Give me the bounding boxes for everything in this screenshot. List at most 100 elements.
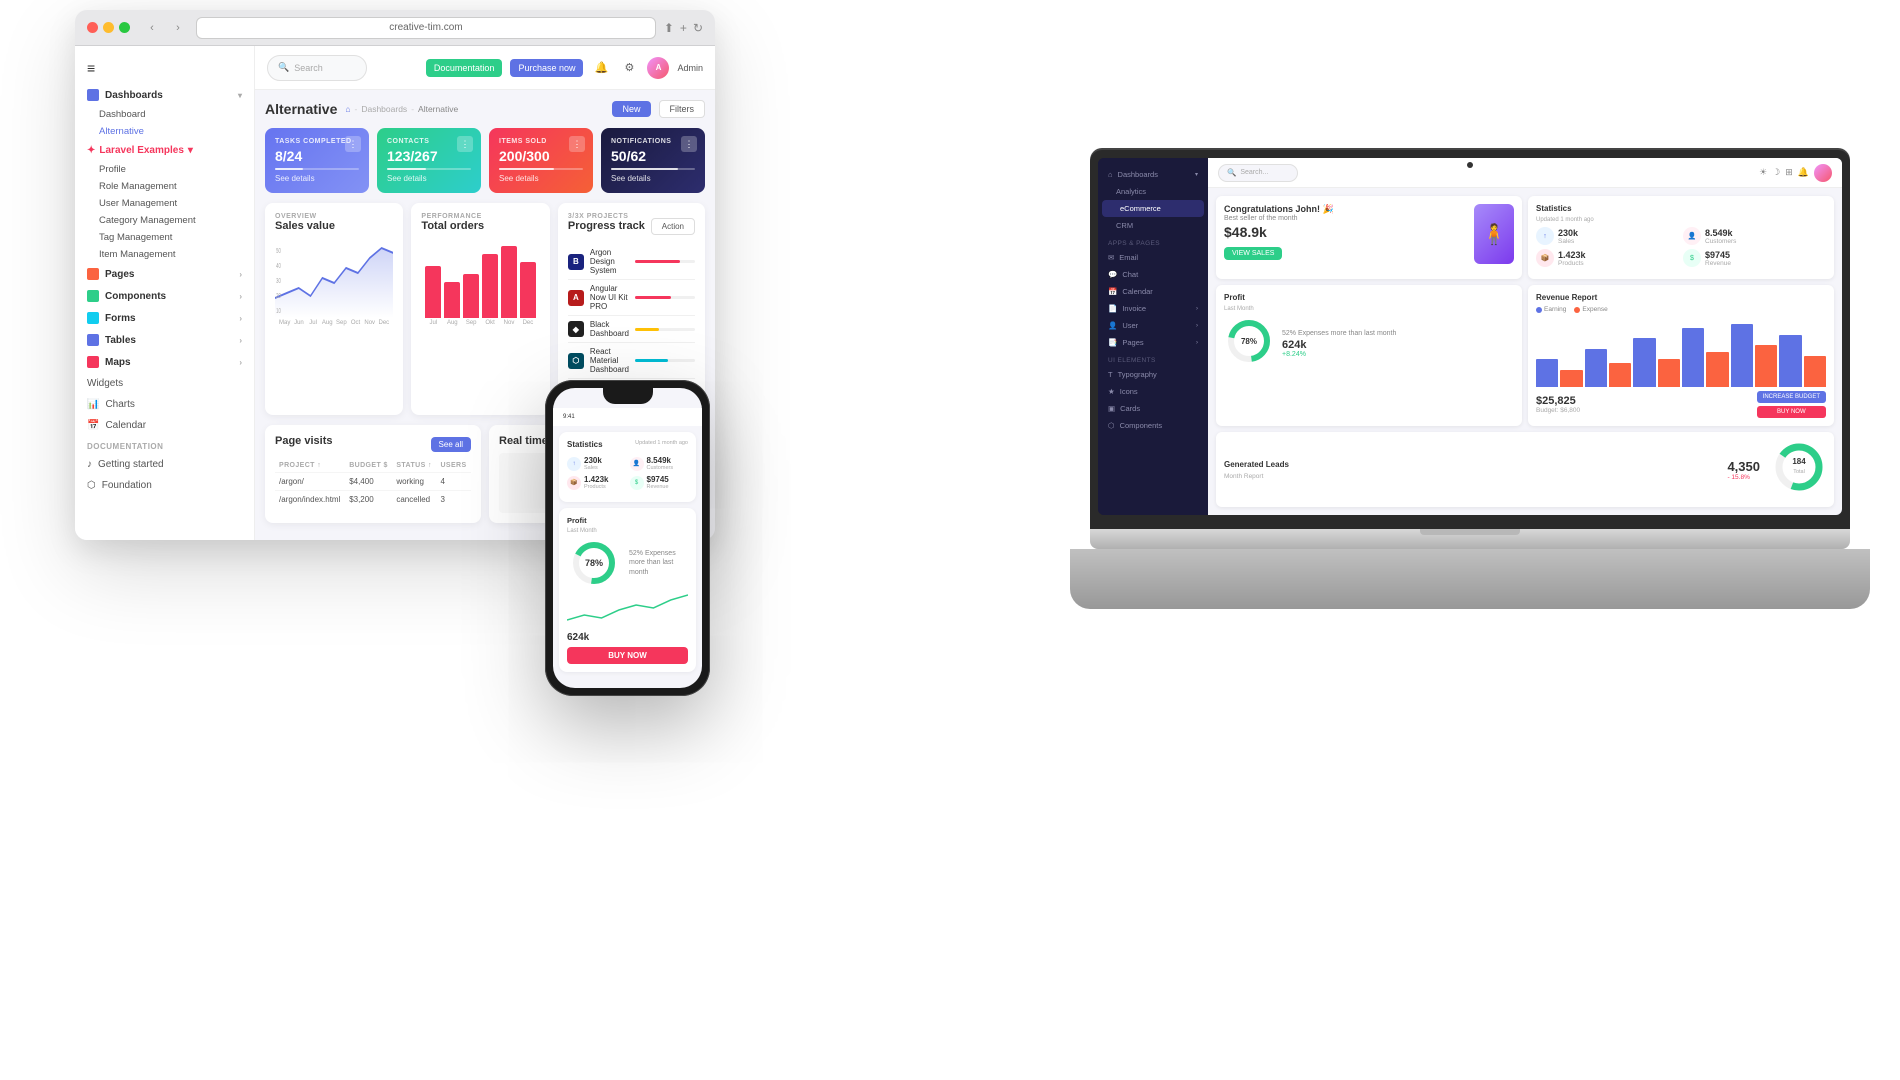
phone-card-header: Statistics Updated 1 month ago bbox=[567, 440, 688, 453]
stat-sales-details: 230k Sales bbox=[1558, 228, 1578, 245]
leads-stats: 4,350 - 15.8% 184 bbox=[1727, 440, 1826, 499]
phone-stat-revenue-details: $9745 Revenue bbox=[647, 475, 669, 490]
buy-now-button[interactable]: BUY NOW bbox=[1757, 406, 1826, 418]
laptop-sidebar-cards[interactable]: ▣ Cards bbox=[1098, 400, 1208, 417]
chevron-icon: › bbox=[1196, 323, 1198, 329]
action-button[interactable]: Action bbox=[651, 218, 695, 235]
customers-icon: 👤 bbox=[1683, 227, 1701, 245]
chevron-icon: › bbox=[239, 336, 242, 345]
laptop-sidebar-crm[interactable]: CRM bbox=[1098, 217, 1208, 234]
notifications-icon[interactable]: 🔔 bbox=[591, 58, 611, 78]
laravel-submenu: Profile Role Management User Management … bbox=[75, 161, 254, 263]
sidebar-item-charts[interactable]: 📊 Charts bbox=[75, 394, 254, 415]
search-icon: 🔍 bbox=[1227, 168, 1236, 177]
forward-button[interactable]: › bbox=[168, 18, 188, 38]
congrats-card: Congratulations John! 🎉 Best seller of t… bbox=[1216, 196, 1522, 279]
laptop-sidebar-pages[interactable]: 📑 Pages › bbox=[1098, 334, 1208, 351]
sidebar-item-dashboards[interactable]: Dashboards ▾ bbox=[75, 84, 254, 106]
laptop-avatar[interactable] bbox=[1814, 164, 1832, 182]
dashboards-submenu: Dashboard Alternative bbox=[75, 106, 254, 140]
sidebar-item-components[interactable]: Components › bbox=[75, 285, 254, 307]
sidebar-item-getting-started[interactable]: ♪ Getting started bbox=[75, 454, 254, 475]
phone-buy-now-button[interactable]: BUY NOW bbox=[567, 647, 688, 664]
laptop-sidebar-calendar[interactable]: 📅 Calendar bbox=[1098, 283, 1208, 300]
laptop-search[interactable]: 🔍 Search... bbox=[1218, 164, 1298, 182]
laptop-sidebar-invoice[interactable]: 📄 Invoice › bbox=[1098, 300, 1208, 317]
home-icon: ⌂ bbox=[1108, 170, 1113, 179]
browser-controls: ‹ › bbox=[142, 18, 188, 38]
laptop-sidebar-user[interactable]: 👤 User › bbox=[1098, 317, 1208, 334]
phone-donut: 78% bbox=[567, 536, 621, 590]
increase-budget-button[interactable]: INCREASE BUDGET bbox=[1757, 391, 1826, 403]
sidebar-item-tables[interactable]: Tables › bbox=[75, 329, 254, 351]
laptop-base bbox=[1070, 549, 1870, 609]
see-all-button[interactable]: See all bbox=[431, 437, 471, 452]
page-header: Alternative ⌂ - Dashboards - Alternative… bbox=[265, 100, 705, 118]
sidebar-item-forms[interactable]: Forms › bbox=[75, 307, 254, 329]
minimize-traffic-light[interactable] bbox=[103, 22, 114, 33]
documentation-button[interactable]: Documentation bbox=[426, 59, 503, 77]
sidebar-item-profile[interactable]: Profile bbox=[99, 161, 254, 178]
laptop-camera bbox=[1467, 162, 1473, 168]
revenue-legend: Earning Expense bbox=[1536, 306, 1826, 313]
sidebar-item-widgets[interactable]: Widgets bbox=[75, 373, 254, 394]
breadcrumb-current: Alternative bbox=[418, 104, 458, 114]
phone-notch bbox=[603, 388, 653, 404]
laptop-bottom-bezel bbox=[1098, 515, 1842, 529]
sidebar-item-pages[interactable]: Pages › bbox=[75, 263, 254, 285]
chat-icon: 💬 bbox=[1108, 270, 1117, 279]
stat-card-contacts: ⋮ Contacts 123/267 See details bbox=[377, 128, 481, 193]
search-box[interactable]: 🔍 Search bbox=[267, 55, 367, 81]
view-sales-button[interactable]: VIEW SALES bbox=[1224, 247, 1282, 260]
documentation-section-label: Documentation bbox=[75, 436, 254, 454]
invoice-icon: 📄 bbox=[1108, 304, 1117, 313]
sidebar-item-item[interactable]: Item Management bbox=[99, 246, 254, 263]
music-icon: ♪ bbox=[87, 459, 92, 470]
sidebar-item-tag[interactable]: Tag Management bbox=[99, 229, 254, 246]
sales-icon: ↑ bbox=[1536, 227, 1554, 245]
laptop-sidebar-typography[interactable]: T Typography bbox=[1098, 366, 1208, 383]
phone-stat-customers: 👤 8.549k Customers bbox=[630, 456, 689, 471]
filters-button[interactable]: Filters bbox=[659, 100, 706, 118]
purchase-button[interactable]: Purchase now bbox=[510, 59, 583, 77]
laptop-content: Congratulations John! 🎉 Best seller of t… bbox=[1208, 188, 1842, 515]
sidebar-item-laravel[interactable]: ✦ Laravel Examples ▾ bbox=[75, 140, 254, 161]
laptop-sidebar-ecommerce[interactable]: eCommerce bbox=[1102, 200, 1204, 217]
user-icon: 👤 bbox=[1108, 321, 1117, 330]
chevron-icon: ▾ bbox=[1195, 171, 1198, 178]
phone-frame: 9:41 Statistics Updated 1 month ago ↑ bbox=[545, 380, 710, 696]
back-button[interactable]: ‹ bbox=[142, 18, 162, 38]
typography-icon: T bbox=[1108, 370, 1113, 379]
laptop-sidebar-analytics[interactable]: Analytics bbox=[1098, 183, 1208, 200]
sidebar-item-foundation[interactable]: ⬡ Foundation bbox=[75, 475, 254, 496]
sidebar-item-dashboard[interactable]: Dashboard bbox=[99, 106, 254, 123]
svg-text:20: 20 bbox=[276, 293, 281, 300]
url-bar[interactable]: creative-tim.com bbox=[196, 17, 656, 39]
sidebar-item-category[interactable]: Category Management bbox=[99, 212, 254, 229]
laptop-sidebar-chat[interactable]: 💬 Chat bbox=[1098, 266, 1208, 283]
laptop: ⌂ Dashboards ▾ Analytics eCommerce bbox=[1090, 150, 1850, 609]
laptop-sidebar-icons[interactable]: ★ Icons bbox=[1098, 383, 1208, 400]
phone-profit-content: 78% 52% Expenses more than last month bbox=[567, 536, 688, 590]
fullscreen-traffic-light[interactable] bbox=[119, 22, 130, 33]
browser-actions: ⬆ + ↻ bbox=[664, 21, 703, 35]
laptop-sidebar-email[interactable]: ✉ Email bbox=[1098, 249, 1208, 266]
sidebar-item-role[interactable]: Role Management bbox=[99, 178, 254, 195]
phone-stat-sales-details: 230k Sales bbox=[584, 456, 602, 471]
new-button[interactable]: New bbox=[612, 101, 650, 117]
sidebar-item-user[interactable]: User Management bbox=[99, 195, 254, 212]
laptop-sidebar-components[interactable]: ⬡ Components bbox=[1098, 417, 1208, 434]
sidebar-item-maps[interactable]: Maps › bbox=[75, 351, 254, 373]
laptop-sidebar-dashboards[interactable]: ⌂ Dashboards ▾ bbox=[1098, 166, 1208, 183]
sidebar-item-calendar[interactable]: 📅 Calendar bbox=[75, 415, 254, 436]
col-status: STATUS ↑ bbox=[392, 459, 436, 473]
avatar[interactable]: A bbox=[647, 57, 669, 79]
close-traffic-light[interactable] bbox=[87, 22, 98, 33]
sidebar-item-alternative[interactable]: Alternative bbox=[99, 123, 254, 140]
figure-3d: 🧍 bbox=[1474, 204, 1514, 264]
settings-icon[interactable]: ⚙ bbox=[619, 58, 639, 78]
stat-card-tasks: ⋮ Tasks completed 8/24 See details bbox=[265, 128, 369, 193]
chevron-icon: › bbox=[1196, 306, 1198, 312]
hamburger-icon[interactable]: ≡ bbox=[75, 56, 254, 84]
phone-stat-grid: ↑ 230k Sales 👤 bbox=[567, 456, 688, 490]
